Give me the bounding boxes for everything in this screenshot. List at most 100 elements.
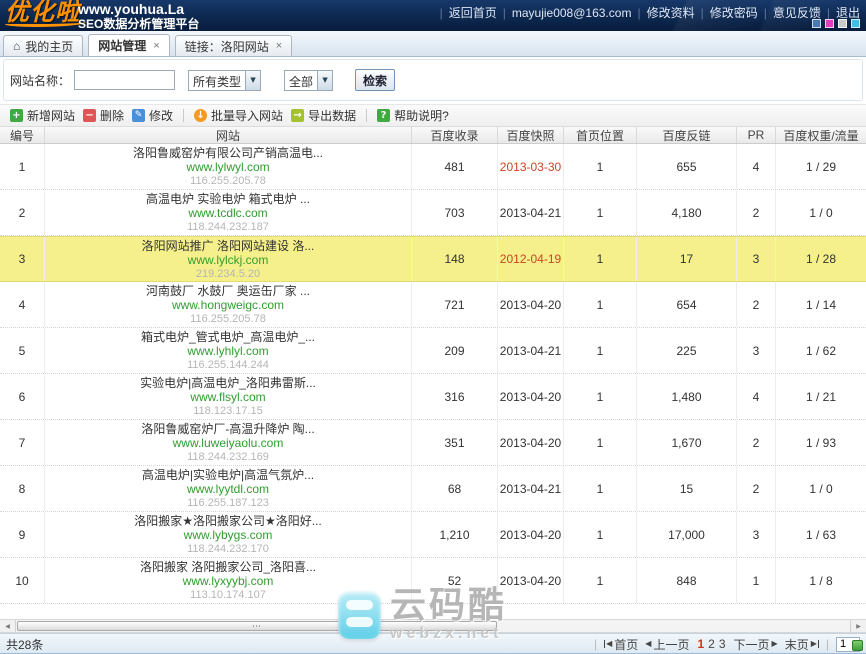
site-domain-link[interactable]: www.flsyl.com <box>190 390 265 404</box>
chevron-down-icon[interactable]: ▼ <box>245 71 260 90</box>
table-row[interactable]: 6实验电炉|高温电炉_洛阳弗雷斯...www.flsyl.com118.123.… <box>0 374 866 420</box>
site-domain-link[interactable]: www.hongweigc.com <box>172 298 284 312</box>
top-link[interactable]: 返回首页 <box>449 6 497 20</box>
top-link[interactable]: 意见反馈 <box>773 6 821 20</box>
weight-traffic: 1 / 93 <box>776 420 866 465</box>
site-ip: 219.234.5.20 <box>196 267 260 281</box>
close-icon[interactable]: × <box>153 41 159 51</box>
site-ip: 118.123.17.15 <box>193 404 263 418</box>
site-domain-link[interactable]: www.luweiyaolu.com <box>173 436 284 450</box>
top-link[interactable]: 修改资料 <box>647 6 695 20</box>
table-row[interactable]: 2高温电炉 实验电炉 箱式电炉 ...www.tcdlc.com118.244.… <box>0 190 866 236</box>
site-domain-link[interactable]: www.lyhlyl.com <box>187 344 268 358</box>
help-button[interactable]: ? 帮助说明? <box>373 107 453 124</box>
scrollbar-thumb[interactable] <box>17 621 497 631</box>
horizontal-scrollbar[interactable]: ◀ ▶ <box>0 619 866 633</box>
site-title: 洛阳鲁威窑炉厂-高温升降炉 陶... <box>141 422 314 436</box>
baidu-backlinks: 4,180 <box>637 190 737 235</box>
table-row[interactable]: 10洛阳搬家 洛阳搬家公司_洛阳喜...www.lyxyybj.com113.1… <box>0 558 866 604</box>
separator: | <box>764 6 767 20</box>
button-label: 导出数据 <box>308 107 356 124</box>
export-data-button[interactable]: → 导出数据 <box>287 107 360 124</box>
page-number-current[interactable]: 1 <box>696 637 705 651</box>
table-row[interactable]: 1洛阳鲁威窑炉有限公司产销高温电...www.lylwyl.com116.255… <box>0 144 866 190</box>
corner-badge-icon[interactable] <box>852 640 863 651</box>
site-title: 洛阳搬家★洛阳搬家公司★洛阳好... <box>134 514 322 528</box>
column-header[interactable]: 百度快照 <box>498 127 564 143</box>
scroll-right-arrow-icon[interactable]: ▶ <box>850 620 866 632</box>
weight-traffic: 1 / 0 <box>776 466 866 511</box>
tab-link-luoyang[interactable]: 链接：洛阳网站 × <box>175 35 292 56</box>
theme-color-swatch[interactable] <box>838 19 847 28</box>
table-row[interactable]: 8高温电炉|实验电炉|高温气氛炉...www.lyytdl.com116.255… <box>0 466 866 512</box>
batch-import-button[interactable]: ↓ 批量导入网站 <box>190 107 287 124</box>
user-email-link[interactable]: mayujie008@163.com <box>512 6 632 20</box>
scope-select[interactable]: 全部 ▼ <box>284 70 333 91</box>
baidu-snapshot: 2012-04-19 <box>498 237 564 281</box>
column-header[interactable]: 编号 <box>0 127 45 143</box>
top-link[interactable]: 修改密码 <box>710 6 758 20</box>
home-position: 1 <box>564 144 637 189</box>
baidu-backlinks: 654 <box>637 282 737 327</box>
tab-my-home[interactable]: ⌂ 我的主页 <box>3 35 83 56</box>
type-select[interactable]: 所有类型 ▼ <box>188 70 261 91</box>
column-header[interactable]: 首页位置 <box>564 127 637 143</box>
column-header[interactable]: 百度收录 <box>412 127 498 143</box>
weight-traffic: 1 / 29 <box>776 144 866 189</box>
theme-color-swatch[interactable] <box>851 19 860 28</box>
next-page-button[interactable]: 下一页 ▶ <box>734 636 778 653</box>
tab-site-manage[interactable]: 网站管理 × <box>88 34 169 56</box>
table-header-row: 编号网站百度收录百度快照首页位置百度反链PR百度权重/流量 <box>0 127 866 144</box>
row-number: 4 <box>0 282 45 327</box>
table-row[interactable]: 3 洛阳网站推广 洛阳网站建设 洛...www.lylckj.com219.234… <box>0 236 866 282</box>
separator: | <box>440 6 443 20</box>
table-row[interactable]: 7洛阳鲁威窑炉厂-高温升降炉 陶...www.luweiyaolu.com118… <box>0 420 866 466</box>
theme-color-swatch[interactable] <box>825 19 834 28</box>
site-domain-link[interactable]: www.lybygs.com <box>184 528 273 542</box>
scroll-left-arrow-icon[interactable]: ◀ <box>0 620 16 632</box>
site-domain-link[interactable]: www.lylwyl.com <box>186 160 269 174</box>
column-header[interactable]: 百度反链 <box>637 127 737 143</box>
site-title: 洛阳网站推广 洛阳网站建设 洛... <box>142 239 315 253</box>
button-label: 删除 <box>100 107 124 124</box>
site-name-input[interactable] <box>74 70 175 90</box>
button-label: 下一页 <box>734 636 770 653</box>
page-number[interactable]: 2 <box>707 637 716 651</box>
baidu-collected: 209 <box>412 328 498 373</box>
pr-value: 2 <box>737 466 776 511</box>
last-page-button[interactable]: 末页 ▶ <box>785 636 819 653</box>
close-icon[interactable]: × <box>276 41 282 51</box>
top-link[interactable]: 退出 <box>836 6 860 20</box>
delete-button[interactable]: − 删除 <box>79 107 128 124</box>
chevron-down-icon[interactable]: ▼ <box>317 71 332 90</box>
row-number: 6 <box>0 374 45 419</box>
column-header[interactable]: 百度权重/流量 <box>776 127 866 143</box>
table-row[interactable]: 4河南鼓厂 水鼓厂 奥运缶厂家 ...www.hongweigc.com116.… <box>0 282 866 328</box>
column-header[interactable]: PR <box>737 127 776 143</box>
row-number: 3 <box>0 237 45 281</box>
pr-value: 3 <box>737 237 776 281</box>
prev-page-button[interactable]: ◀ 上一页 <box>645 636 689 653</box>
site-domain-link[interactable]: www.tcdlc.com <box>188 206 267 220</box>
first-page-button[interactable]: ◀ 首页 <box>604 636 638 653</box>
page-number[interactable]: 3 <box>718 637 727 651</box>
baidu-snapshot: 2013-04-20 <box>498 558 564 603</box>
table-row[interactable]: 5箱式电炉_管式电炉_高温电炉_...www.lyhlyl.com116.255… <box>0 328 866 374</box>
site-domain-link[interactable]: www.lylckj.com <box>188 253 269 267</box>
home-position: 1 <box>564 558 637 603</box>
site-domain-link[interactable]: www.lyxyybj.com <box>183 574 274 588</box>
column-header[interactable]: 网站 <box>45 127 412 143</box>
home-position: 1 <box>564 374 637 419</box>
table-row[interactable]: 9洛阳搬家★洛阳搬家公司★洛阳好...www.lybygs.com118.244… <box>0 512 866 558</box>
search-button[interactable]: 检索 <box>355 69 395 91</box>
site-domain-link[interactable]: www.lyytdl.com <box>187 482 269 496</box>
theme-color-swatch[interactable] <box>812 19 821 28</box>
site-ip: 113.10.174.107 <box>190 588 266 602</box>
edit-button[interactable]: ✎ 修改 <box>128 107 177 124</box>
site-cell: 河南鼓厂 水鼓厂 奥运缶厂家 ...www.hongweigc.com116.2… <box>45 282 412 327</box>
app-logo: 优化啦 <box>5 0 80 26</box>
last-page-icon: ▶ <box>811 640 819 648</box>
site-title: 河南鼓厂 水鼓厂 奥运缶厂家 ... <box>146 284 310 298</box>
add-site-button[interactable]: + 新增网站 <box>6 107 79 124</box>
site-cell: 高温电炉 实验电炉 箱式电炉 ...www.tcdlc.com118.244.2… <box>45 190 412 235</box>
